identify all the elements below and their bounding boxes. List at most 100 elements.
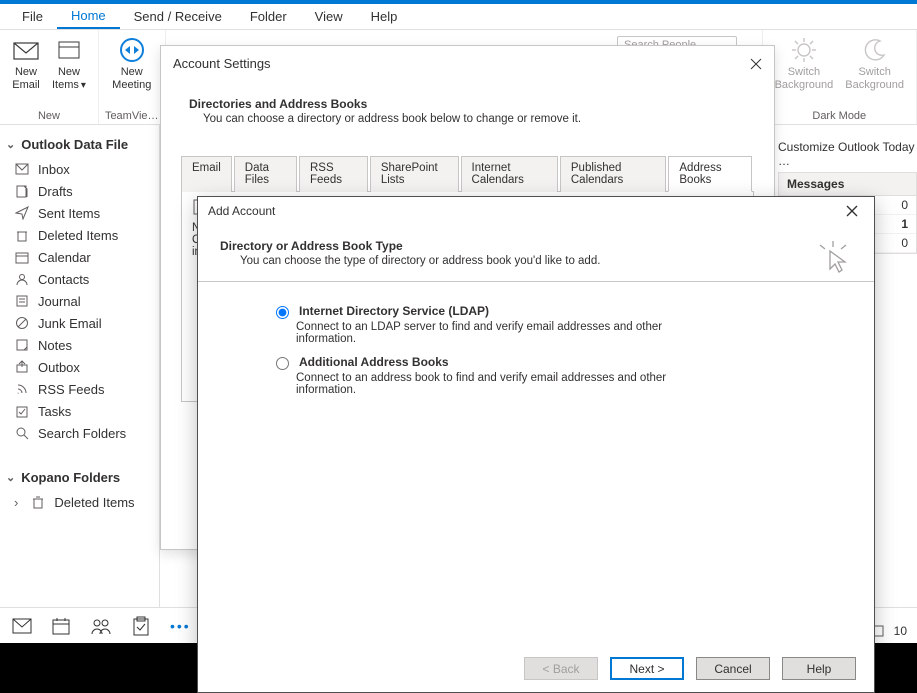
sun-icon <box>790 36 818 64</box>
rss-feeds-icon <box>14 381 30 397</box>
sent-items-icon <box>14 205 30 221</box>
account-settings-tabs: EmailData FilesRSS FeedsSharePoint Lists… <box>181 155 754 192</box>
sidebar-item-label: RSS Feeds <box>38 382 104 397</box>
sidebar-item-journal[interactable]: Journal <box>0 290 159 312</box>
tab-rss-feeds[interactable]: RSS Feeds <box>299 156 368 192</box>
sidebar-item-label: Inbox <box>38 162 70 177</box>
nav-calendar-icon[interactable] <box>52 617 70 635</box>
sidebar-item-junk-email[interactable]: Junk Email <box>0 312 159 334</box>
menubar: File Home Send / Receive Folder View Hel… <box>0 0 917 30</box>
new-items-button[interactable]: New Items <box>46 34 92 94</box>
radio-ldap[interactable] <box>276 306 289 319</box>
moon-icon <box>861 36 889 64</box>
back-button: < Back <box>524 657 598 680</box>
menu-home[interactable]: Home <box>57 4 120 29</box>
switch-background-1-label: Switch Background <box>775 66 834 92</box>
drafts-icon <box>14 183 30 199</box>
menu-folder[interactable]: Folder <box>236 5 301 28</box>
ribbon-group-teamviewer-label: TeamVie… <box>105 110 159 122</box>
chevron-right-icon <box>14 495 22 510</box>
sidebar-item-label: Junk Email <box>38 316 102 331</box>
sidebar-item-drafts[interactable]: Drafts <box>0 180 159 202</box>
tab-internet-calendars[interactable]: Internet Calendars <box>461 156 558 192</box>
sidebar-item-notes[interactable]: Notes <box>0 334 159 356</box>
inbox-icon <box>14 161 30 177</box>
junk-email-icon <box>14 315 30 331</box>
sidebar-item-calendar[interactable]: Calendar <box>0 246 159 268</box>
new-meeting-button[interactable]: New Meeting <box>106 34 157 94</box>
teamviewer-icon <box>118 36 146 64</box>
account-settings-heading: Directories and Address Books <box>189 97 754 111</box>
nav-more-icon[interactable]: ••• <box>170 618 191 634</box>
switch-background-button-2[interactable]: Switch Background <box>839 34 910 94</box>
nav-tasks-icon[interactable] <box>132 616 150 636</box>
sidebar-item-label: Journal <box>38 294 81 309</box>
menu-send-receive[interactable]: Send / Receive <box>120 5 236 28</box>
next-button[interactable]: Next > <box>610 657 684 680</box>
tab-data-files[interactable]: Data Files <box>234 156 297 192</box>
zoom-value: 10 <box>894 624 907 638</box>
new-items-icon <box>55 36 83 64</box>
sidebar-item-label: Sent Items <box>38 206 100 221</box>
calendar-icon <box>14 249 30 265</box>
folder-sidebar: Outlook Data File Inbox Drafts Sent Items D… <box>0 125 160 619</box>
sidebar-item-rss-feeds[interactable]: RSS Feeds <box>0 378 159 400</box>
add-account-subheading: You can choose the type of directory or … <box>240 255 852 267</box>
sidebar-group-kopano[interactable]: Kopano Folders <box>0 464 159 491</box>
status-bar-right: 10 <box>870 624 907 638</box>
wizard-cursor-icon <box>816 239 850 273</box>
account-settings-subtext: You can choose a directory or address bo… <box>203 113 754 125</box>
customize-outlook-today-link[interactable]: Customize Outlook Today … <box>778 140 917 168</box>
sidebar-item-label: Search Folders <box>38 426 126 441</box>
new-email-button[interactable]: New Email <box>6 34 46 94</box>
sidebar-item-kopano-deleted[interactable]: Deleted Items <box>0 491 159 513</box>
sidebar-item-deleted-items[interactable]: Deleted Items <box>0 224 159 246</box>
sidebar-item-label: Calendar <box>38 250 91 265</box>
nav-people-icon[interactable] <box>90 617 112 635</box>
messages-header: Messages <box>779 173 916 196</box>
sidebar-item-label: Tasks <box>38 404 71 419</box>
tab-sharepoint-lists[interactable]: SharePoint Lists <box>370 156 459 192</box>
search-folders-icon <box>14 425 30 441</box>
tab-published-calendars[interactable]: Published Calendars <box>560 156 667 192</box>
sidebar-item-label: Outbox <box>38 360 80 375</box>
radio-additional-desc: Connect to an address book to find and v… <box>296 372 696 396</box>
notes-icon <box>14 337 30 353</box>
account-settings-close-icon[interactable] <box>750 58 762 70</box>
help-button[interactable]: Help <box>782 657 856 680</box>
new-items-label: New Items <box>52 66 86 92</box>
tab-email[interactable]: Email <box>181 156 232 192</box>
sidebar-item-outbox[interactable]: Outbox <box>0 356 159 378</box>
add-account-dialog: Add Account Directory or Address Book Ty… <box>197 196 875 693</box>
tab-address-books[interactable]: Address Books <box>668 156 752 192</box>
add-account-button-bar: < Back Next > Cancel Help <box>198 644 874 692</box>
nav-mail-icon[interactable] <box>12 618 32 634</box>
contacts-icon <box>14 271 30 287</box>
new-meeting-label: New Meeting <box>112 66 151 92</box>
cancel-button[interactable]: Cancel <box>696 657 770 680</box>
add-account-close-icon[interactable] <box>840 203 864 219</box>
sidebar-item-label: Deleted Items <box>38 228 118 243</box>
add-account-title: Add Account <box>208 204 275 218</box>
radio-additional-label: Additional Address Books <box>299 355 449 369</box>
sidebar-item-inbox[interactable]: Inbox <box>0 158 159 180</box>
switch-background-button-1[interactable]: Switch Background <box>769 34 840 94</box>
sidebar-item-tasks[interactable]: Tasks <box>0 400 159 422</box>
menu-help[interactable]: Help <box>357 5 412 28</box>
outbox-icon <box>14 359 30 375</box>
radio-ldap-label: Internet Directory Service (LDAP) <box>299 304 489 318</box>
radio-additional-address-books[interactable] <box>276 357 289 370</box>
sidebar-item-label: Drafts <box>38 184 73 199</box>
sidebar-group-outlook-data-file[interactable]: Outlook Data File <box>0 131 159 158</box>
sidebar-item-sent-items[interactable]: Sent Items <box>0 202 159 224</box>
trash-icon <box>30 494 46 510</box>
journal-icon <box>14 293 30 309</box>
sidebar-item-label: Notes <box>38 338 72 353</box>
deleted-items-icon <box>14 227 30 243</box>
menu-view[interactable]: View <box>301 5 357 28</box>
menu-file[interactable]: File <box>8 5 57 28</box>
sidebar-item-search-folders[interactable]: Search Folders <box>0 422 159 444</box>
add-account-heading: Directory or Address Book Type <box>220 239 852 253</box>
sidebar-item-contacts[interactable]: Contacts <box>0 268 159 290</box>
tasks-icon <box>14 403 30 419</box>
